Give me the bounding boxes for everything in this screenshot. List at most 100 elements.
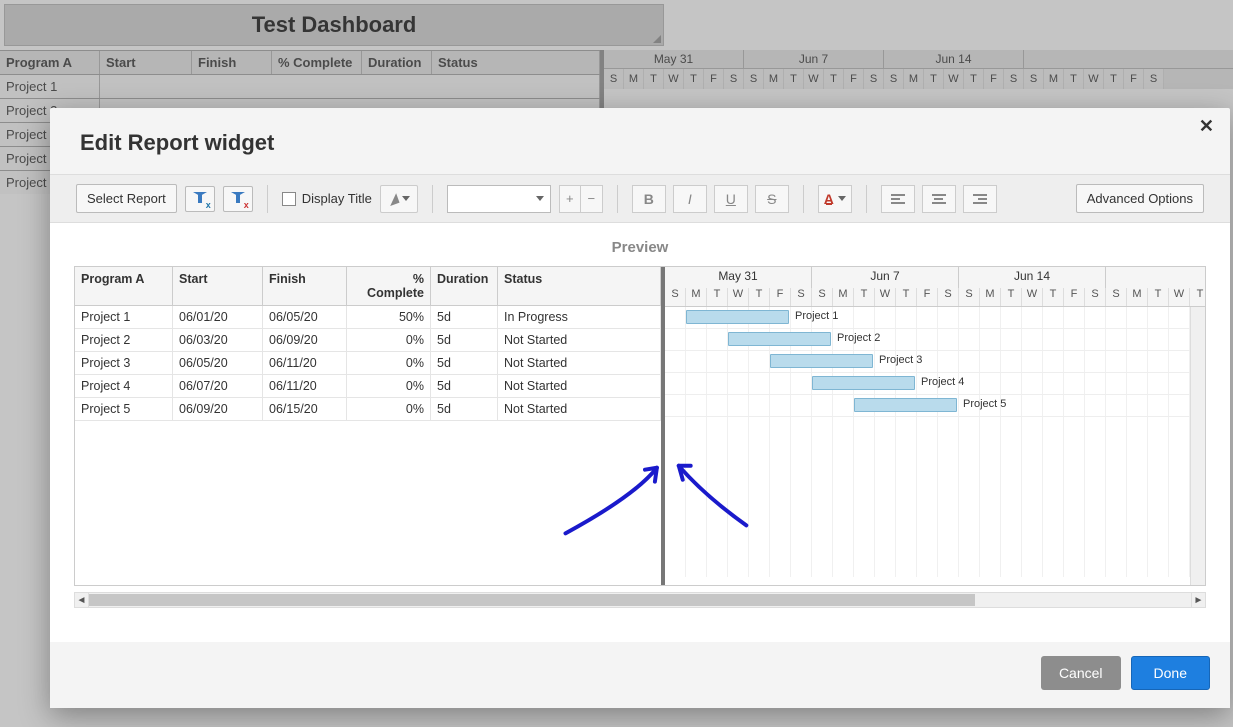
paint-bucket-icon: ◢ (385, 189, 400, 207)
gantt-bar[interactable] (854, 398, 957, 412)
day-header: M (1127, 288, 1148, 306)
increase-button[interactable]: + (559, 185, 581, 213)
font-size-stepper[interactable]: + − (559, 185, 603, 213)
cell-name: Project 4 (75, 375, 173, 397)
underline-button[interactable]: U (714, 185, 748, 213)
table-row[interactable]: Project 406/07/2006/11/200%5dNot Started (75, 375, 661, 398)
chevron-down-icon (536, 196, 544, 201)
day-header: M (686, 288, 707, 306)
cell-dur: 5d (431, 352, 498, 374)
preview-label: Preview (74, 233, 1206, 266)
scroll-right-icon[interactable]: ► (1191, 593, 1205, 607)
cell-pct: 0% (347, 352, 431, 374)
filter-clear-button[interactable]: x (223, 186, 253, 212)
column-header[interactable]: Duration (431, 267, 498, 305)
align-left-icon (891, 194, 905, 204)
toolbar: Select Report x x Display Title ◢ + − B … (50, 174, 1230, 223)
cell-dur: 5d (431, 306, 498, 328)
close-icon[interactable]: ✕ (1199, 116, 1214, 137)
font-color-button[interactable]: A (818, 185, 852, 213)
bold-button[interactable]: B (632, 185, 666, 213)
day-header: S (959, 288, 980, 306)
filter-add-button[interactable]: x (185, 186, 215, 212)
italic-button[interactable]: I (673, 185, 707, 213)
done-button[interactable]: Done (1131, 656, 1210, 690)
day-header: T (896, 288, 917, 306)
column-header[interactable]: Status (498, 267, 661, 305)
cell-start: 06/03/20 (173, 329, 263, 351)
gantt-bar[interactable] (686, 310, 789, 324)
cell-status: Not Started (498, 352, 661, 374)
cell-pct: 50% (347, 306, 431, 328)
modal-title: Edit Report widget (80, 130, 274, 156)
column-header[interactable]: Program A (75, 267, 173, 305)
day-header: T (707, 288, 728, 306)
column-header[interactable]: Finish (263, 267, 347, 305)
display-title-toggle[interactable]: Display Title (282, 191, 372, 206)
preview-pane: Program A Start Finish % Complete Durati… (74, 266, 1206, 586)
day-header: W (1169, 288, 1190, 306)
day-header: S (938, 288, 959, 306)
grid-table: Program A Start Finish % Complete Durati… (75, 267, 661, 585)
cancel-button[interactable]: Cancel (1041, 656, 1121, 690)
strike-button[interactable]: S (755, 185, 789, 213)
scroll-left-icon[interactable]: ◄ (75, 593, 89, 607)
gantt-row: Project 1 (665, 307, 1205, 329)
gantt-row: Project 5 (665, 395, 1205, 417)
cell-name: Project 5 (75, 398, 173, 420)
align-center-button[interactable] (922, 185, 956, 213)
table-row[interactable]: Project 106/01/2006/05/2050%5dIn Progres… (75, 306, 661, 329)
day-header: T (749, 288, 770, 306)
cell-finish: 06/11/20 (263, 352, 347, 374)
gantt-bar[interactable] (770, 354, 873, 368)
day-header: S (1085, 288, 1106, 306)
week-header: Jun 14 (959, 267, 1106, 288)
gantt-bar[interactable] (728, 332, 831, 346)
gantt-bar-label: Project 3 (879, 354, 922, 366)
select-report-button[interactable]: Select Report (76, 184, 177, 213)
column-header[interactable]: Start (173, 267, 263, 305)
horizontal-scrollbar[interactable]: ◄ ► (74, 592, 1206, 608)
cell-pct: 0% (347, 375, 431, 397)
day-header: T (854, 288, 875, 306)
cell-start: 06/09/20 (173, 398, 263, 420)
day-header: S (665, 288, 686, 306)
day-header: F (770, 288, 791, 306)
day-header: T (1001, 288, 1022, 306)
week-header: May 31 (665, 267, 812, 288)
cell-finish: 06/15/20 (263, 398, 347, 420)
day-header: M (980, 288, 1001, 306)
table-row[interactable]: Project 506/09/2006/15/200%5dNot Started (75, 398, 661, 421)
scroll-thumb[interactable] (89, 594, 975, 606)
table-row[interactable]: Project 306/05/2006/11/200%5dNot Started (75, 352, 661, 375)
gantt-bar-label: Project 2 (837, 332, 880, 344)
day-header: F (1064, 288, 1085, 306)
day-header: T (1043, 288, 1064, 306)
column-header[interactable]: % Complete (347, 267, 431, 305)
day-header: W (1022, 288, 1043, 306)
chevron-down-icon (838, 196, 846, 201)
cell-name: Project 3 (75, 352, 173, 374)
align-left-button[interactable] (881, 185, 915, 213)
day-header: S (812, 288, 833, 306)
cell-pct: 0% (347, 398, 431, 420)
cell-dur: 5d (431, 398, 498, 420)
gantt-row: Project 2 (665, 329, 1205, 351)
gantt-chart: May 31Jun 7Jun 14 SMTWTFSSMTWTFSSMTWTFSS… (665, 267, 1205, 585)
cell-status: Not Started (498, 329, 661, 351)
chevron-down-icon (402, 196, 410, 201)
font-select[interactable] (447, 185, 551, 213)
align-right-button[interactable] (963, 185, 997, 213)
advanced-options-button[interactable]: Advanced Options (1076, 184, 1204, 213)
table-row[interactable]: Project 206/03/2006/09/200%5dNot Started (75, 329, 661, 352)
cell-pct: 0% (347, 329, 431, 351)
gantt-bar[interactable] (812, 376, 915, 390)
fill-color-button[interactable]: ◢ (380, 185, 418, 213)
cell-status: Not Started (498, 398, 661, 420)
decrease-button[interactable]: − (581, 185, 603, 213)
filter-icon: x (193, 192, 207, 206)
cell-status: Not Started (498, 375, 661, 397)
cell-finish: 06/09/20 (263, 329, 347, 351)
cell-start: 06/01/20 (173, 306, 263, 328)
vertical-scrollbar[interactable] (1190, 307, 1205, 585)
